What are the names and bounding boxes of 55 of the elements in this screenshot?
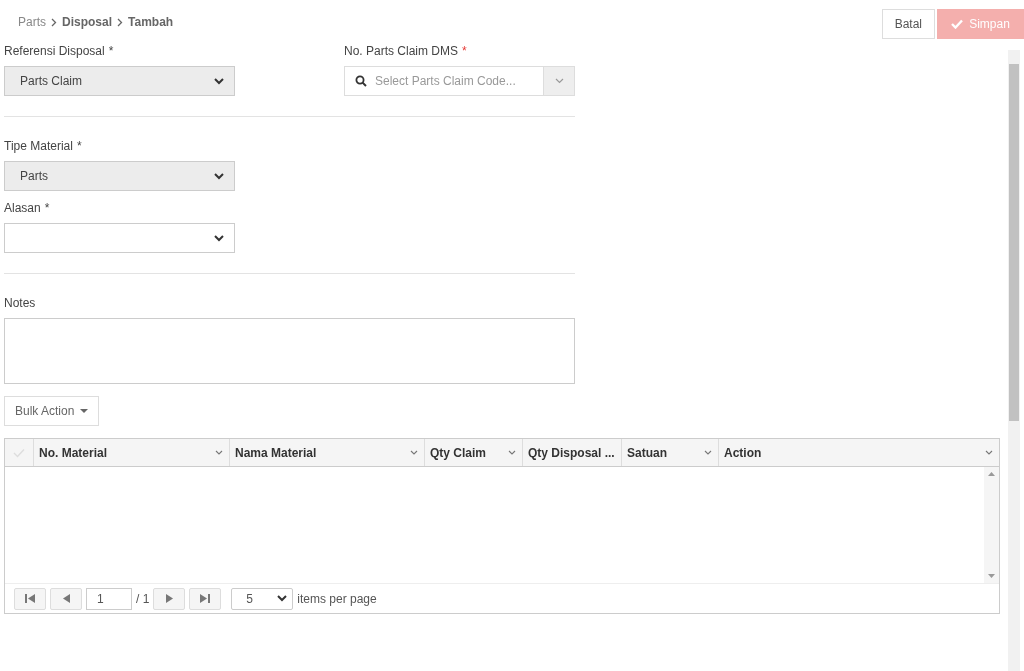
field-label: Alasan <box>4 201 41 215</box>
chevron-down-icon <box>214 234 224 242</box>
chevron-down-icon[interactable] <box>704 450 712 455</box>
breadcrumb-item: Disposal <box>62 15 113 29</box>
page-count: / 1 <box>136 591 150 606</box>
scrollbar-thumb[interactable] <box>1009 64 1019 421</box>
column-header[interactable]: No. Material <box>33 439 229 466</box>
page-input[interactable]: 1 <box>86 587 132 610</box>
chevron-down-icon[interactable] <box>410 450 418 455</box>
chevron-down-icon[interactable] <box>985 450 993 455</box>
chevron-down-icon <box>214 77 224 85</box>
column-header[interactable]: Qty Claim <box>424 439 522 466</box>
first-page-button[interactable] <box>14 587 46 610</box>
required-mark: * <box>462 44 467 58</box>
breadcrumb-item[interactable]: Parts <box>18 15 46 29</box>
field-label: No. Parts Claim DMS <box>344 44 459 58</box>
chevron-right-icon <box>117 17 124 27</box>
column-header[interactable]: Satuan <box>621 439 718 466</box>
bulk-action-button[interactable]: Bulk Action <box>4 396 100 426</box>
previous-page-button[interactable] <box>50 587 82 610</box>
scroll-down-icon[interactable] <box>988 574 995 578</box>
select-all-checkbox-icon[interactable] <box>13 447 25 458</box>
field-label: Tipe Material <box>4 139 73 153</box>
next-page-button[interactable] <box>153 587 186 610</box>
scroll-up-icon[interactable] <box>988 472 995 476</box>
cancel-button[interactable]: Batal <box>881 9 935 39</box>
chevron-down-icon[interactable] <box>215 450 223 455</box>
notes-field[interactable] <box>4 318 575 384</box>
check-icon <box>951 19 964 29</box>
column-header[interactable]: Qty Disposal ... <box>522 439 621 466</box>
scrollbar[interactable] <box>984 467 999 583</box>
next-icon <box>165 594 173 603</box>
chevron-down-icon <box>277 595 288 602</box>
chevron-down-icon <box>214 172 224 180</box>
breadcrumb-item: Tambah <box>128 15 174 29</box>
required-mark: * <box>44 201 50 215</box>
last-page-button[interactable] <box>189 587 222 610</box>
chevron-down-icon <box>554 78 564 84</box>
page-size-select[interactable]: 5 <box>231 587 294 610</box>
column-header[interactable]: Action <box>718 439 999 466</box>
chevron-down-icon[interactable] <box>508 450 516 455</box>
required-mark: * <box>108 44 114 58</box>
page-scrollbar[interactable] <box>1008 50 1020 671</box>
previous-icon <box>62 594 70 603</box>
select-field[interactable] <box>4 223 235 253</box>
first-page-icon <box>25 594 35 603</box>
field-label: Notes <box>4 296 36 310</box>
chevron-right-icon <box>51 17 57 27</box>
caret-down-icon <box>80 408 89 414</box>
column-header[interactable]: Nama Material <box>229 439 424 466</box>
field-label: Referensi Disposal <box>4 44 105 58</box>
items-per-page-label: items per page <box>297 591 377 606</box>
last-page-icon <box>200 594 211 603</box>
required-mark: * <box>76 139 82 153</box>
search-icon <box>355 75 367 87</box>
